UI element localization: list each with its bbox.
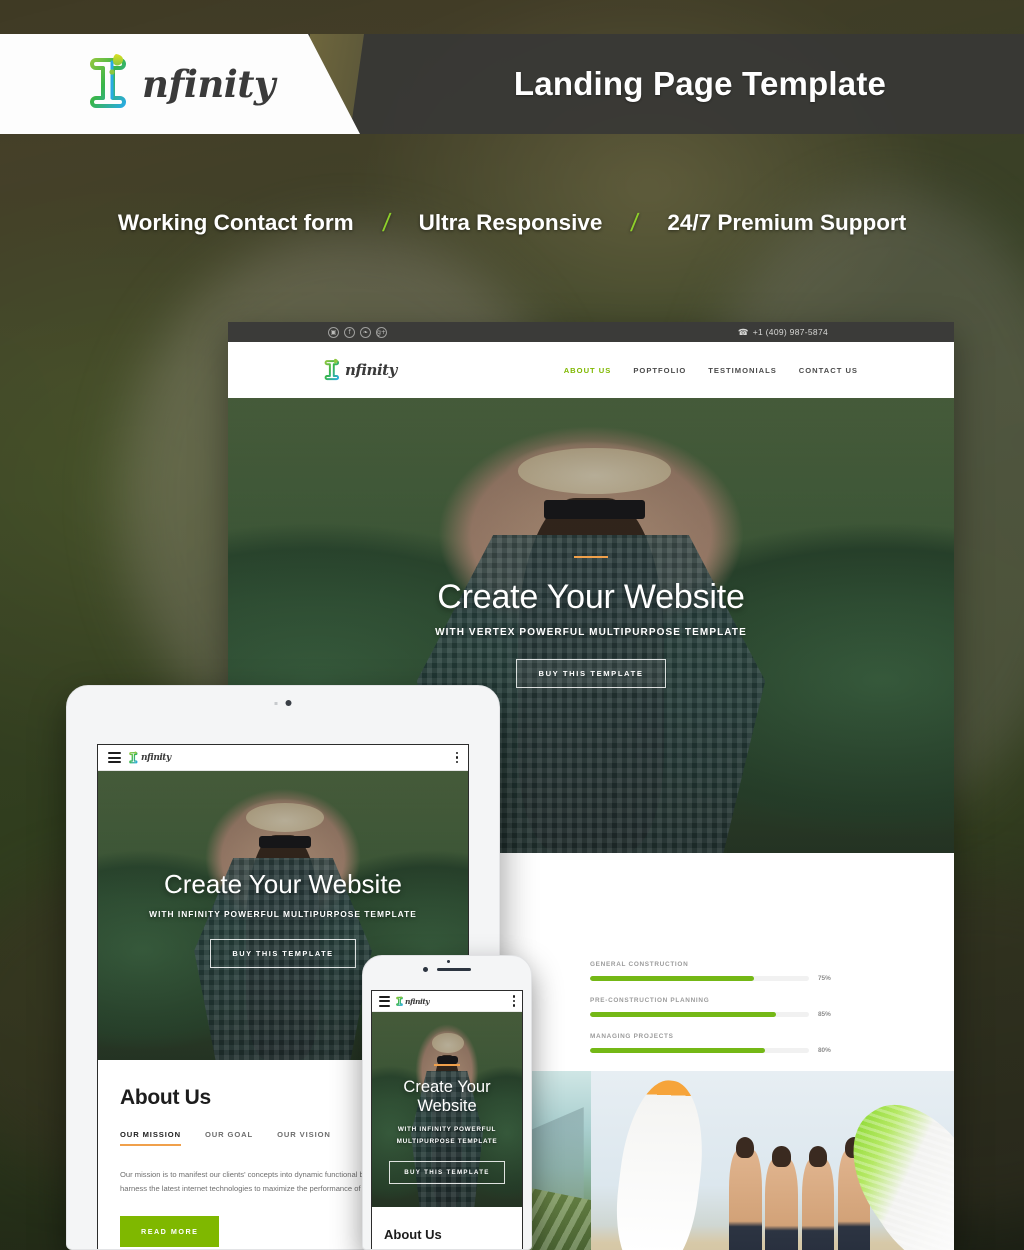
hero-content: Create Your Website WITH VERTEX POWERFUL…	[228, 556, 954, 688]
skill-progress-fill	[590, 976, 755, 981]
phone-hero-title: Create Your Website	[403, 1078, 491, 1115]
phone-icon: ☎	[737, 326, 749, 337]
nav-item-about-us[interactable]: ABOUT US	[564, 366, 612, 375]
tablet-appbar: nfinity	[98, 745, 468, 771]
skill-item: MANAGING PROJECTS 80%	[590, 1033, 838, 1054]
buy-this-template-button[interactable]: BUY THIS TEMPLATE	[515, 659, 667, 688]
hero-subtitle: WITH VERTEX POWERFUL MULTIPURPOSE TEMPLA…	[435, 627, 747, 638]
kebab-menu-icon[interactable]	[512, 995, 515, 1007]
skill-progress-track	[590, 1048, 809, 1053]
phone-number: +1 (409) 987-5874	[752, 327, 828, 337]
tablet-sensor-icon	[274, 701, 278, 705]
phone-speaker-icon	[437, 968, 471, 971]
tablet-buy-this-template-button[interactable]: BUY THIS TEMPLATE	[210, 939, 356, 968]
phone-about-heading: About Us	[384, 1227, 442, 1242]
gallery-photo-beach-surfers[interactable]	[591, 1071, 954, 1250]
skill-label: PRE-CONSTRUCTION PLANNING	[590, 997, 710, 1004]
phone-mockup: nfinity Create Your Website WITH INFINIT…	[362, 955, 532, 1250]
photo-beach	[591, 1071, 954, 1250]
phone-sensor-icon	[447, 960, 450, 963]
phone-brand-text: nfinity	[405, 996, 430, 1006]
brand-logo-text: nfinity	[142, 62, 275, 106]
contact-phone[interactable]: ☎ +1 (409) 987-5874	[738, 327, 828, 338]
phone-buy-this-template-button[interactable]: BUY THIS TEMPLATE	[389, 1161, 505, 1185]
desktop-topbar: ▣ f ❧ g+ ☎ +1 (409) 987-5874	[228, 322, 954, 342]
twitter-icon[interactable]: ❧	[360, 326, 371, 338]
tablet-brand-logo[interactable]: nfinity	[129, 750, 171, 765]
phone-top-sensors	[363, 960, 531, 972]
tab-our-goal[interactable]: OUR GOAL	[205, 1130, 253, 1146]
page-header: nfinity Landing Page Template	[0, 34, 1024, 134]
skill-progress-track	[590, 976, 809, 981]
hamburger-menu-icon[interactable]	[379, 995, 390, 1007]
instagram-icon[interactable]: ▣	[328, 326, 339, 338]
feature-item-1: Working Contact form	[117, 210, 354, 235]
skill-item: PRE-CONSTRUCTION PLANNING 85%	[590, 997, 838, 1018]
facebook-icon[interactable]: f	[344, 326, 355, 338]
skill-progress-track	[590, 1012, 809, 1017]
tablet-hero-title: Create Your Website	[164, 869, 402, 899]
photo-detail-person	[801, 1146, 835, 1250]
phone-hero: Create Your Website WITH INFINITY POWERF…	[372, 1012, 522, 1207]
skill-progress-fill	[590, 1012, 777, 1017]
google-plus-icon[interactable]: g+	[376, 326, 387, 338]
skill-label: MANAGING PROJECTS	[590, 1033, 674, 1040]
desktop-navbar: nfinity ABOUT US POPTFOLIO TESTIMONIALS …	[228, 342, 954, 398]
photo-detail-person	[765, 1146, 798, 1250]
hamburger-menu-icon[interactable]	[108, 752, 121, 763]
photo-detail-surfboard	[608, 1075, 712, 1250]
tablet-camera-icon	[285, 700, 292, 706]
desktop-brand-text: nfinity	[345, 361, 397, 379]
nav-item-portfolio[interactable]: POPTFOLIO	[633, 366, 686, 375]
skill-percent: 85%	[818, 1011, 831, 1018]
feature-separator-icon: /	[380, 208, 392, 237]
skill-bars: GENERAL CONSTRUCTION 75% PRE-CONSTRUCTIO…	[590, 961, 838, 1069]
desktop-nav: ABOUT US POPTFOLIO TESTIMONIALS CONTACT …	[564, 366, 858, 375]
infinity-flask-logo-icon	[324, 358, 342, 383]
tablet-hero-subtitle: WITH INFINITY POWERFUL MULTIPURPOSE TEMP…	[149, 909, 417, 919]
skill-label: GENERAL CONSTRUCTION	[590, 961, 689, 968]
phone-hero-subtitle: WITH INFINITY POWERFUL MULTIPURPOSE TEMP…	[396, 1126, 498, 1145]
tablet-camera	[274, 700, 292, 706]
desktop-brand-logo[interactable]: nfinity	[324, 358, 397, 383]
tablet-hero-content: Create Your Website WITH INFINITY POWERF…	[98, 869, 468, 968]
phone-hero-content: Create Your Website WITH INFINITY POWERF…	[372, 1064, 522, 1185]
hero-divider	[574, 556, 608, 558]
skill-progress-fill	[590, 1048, 766, 1053]
tablet-brand-text: nfinity	[141, 752, 171, 763]
feature-item-2: Ultra Responsive	[418, 210, 603, 235]
phone-screen: nfinity Create Your Website WITH INFINIT…	[371, 990, 523, 1249]
skill-item: GENERAL CONSTRUCTION 75%	[590, 961, 838, 982]
infinity-flask-logo-icon	[129, 750, 139, 765]
read-more-button[interactable]: READ MORE	[120, 1216, 220, 1248]
hero-divider	[434, 1064, 460, 1066]
hero-title: Create Your Website	[437, 578, 745, 616]
phone-appbar: nfinity	[372, 991, 522, 1012]
feature-highlights: Working Contact form / Ultra Responsive …	[0, 200, 1024, 246]
skill-percent: 80%	[818, 1047, 831, 1054]
tab-our-vision[interactable]: OUR VISION	[277, 1130, 331, 1146]
social-links: ▣ f ❧ g+	[328, 326, 387, 338]
feature-item-3: 24/7 Premium Support	[667, 210, 907, 235]
phone-brand-logo[interactable]: nfinity	[396, 995, 430, 1007]
phone-about-section: About Us	[372, 1207, 522, 1242]
nav-item-contact-us[interactable]: CONTACT US	[799, 366, 858, 375]
page-title: Landing Page Template	[513, 65, 887, 102]
phone-camera-icon	[423, 967, 428, 972]
nav-item-testimonials[interactable]: TESTIMONIALS	[708, 366, 777, 375]
photo-detail-person	[728, 1136, 762, 1250]
infinity-flask-logo-icon	[396, 995, 404, 1007]
kebab-menu-icon[interactable]	[455, 751, 458, 764]
brand-logo[interactable]: nfinity	[88, 34, 275, 134]
feature-separator-icon: /	[629, 208, 641, 237]
infinity-flask-logo-icon	[88, 52, 134, 116]
skill-percent: 75%	[818, 975, 831, 982]
tab-our-mission[interactable]: OUR MISSION	[120, 1130, 181, 1146]
